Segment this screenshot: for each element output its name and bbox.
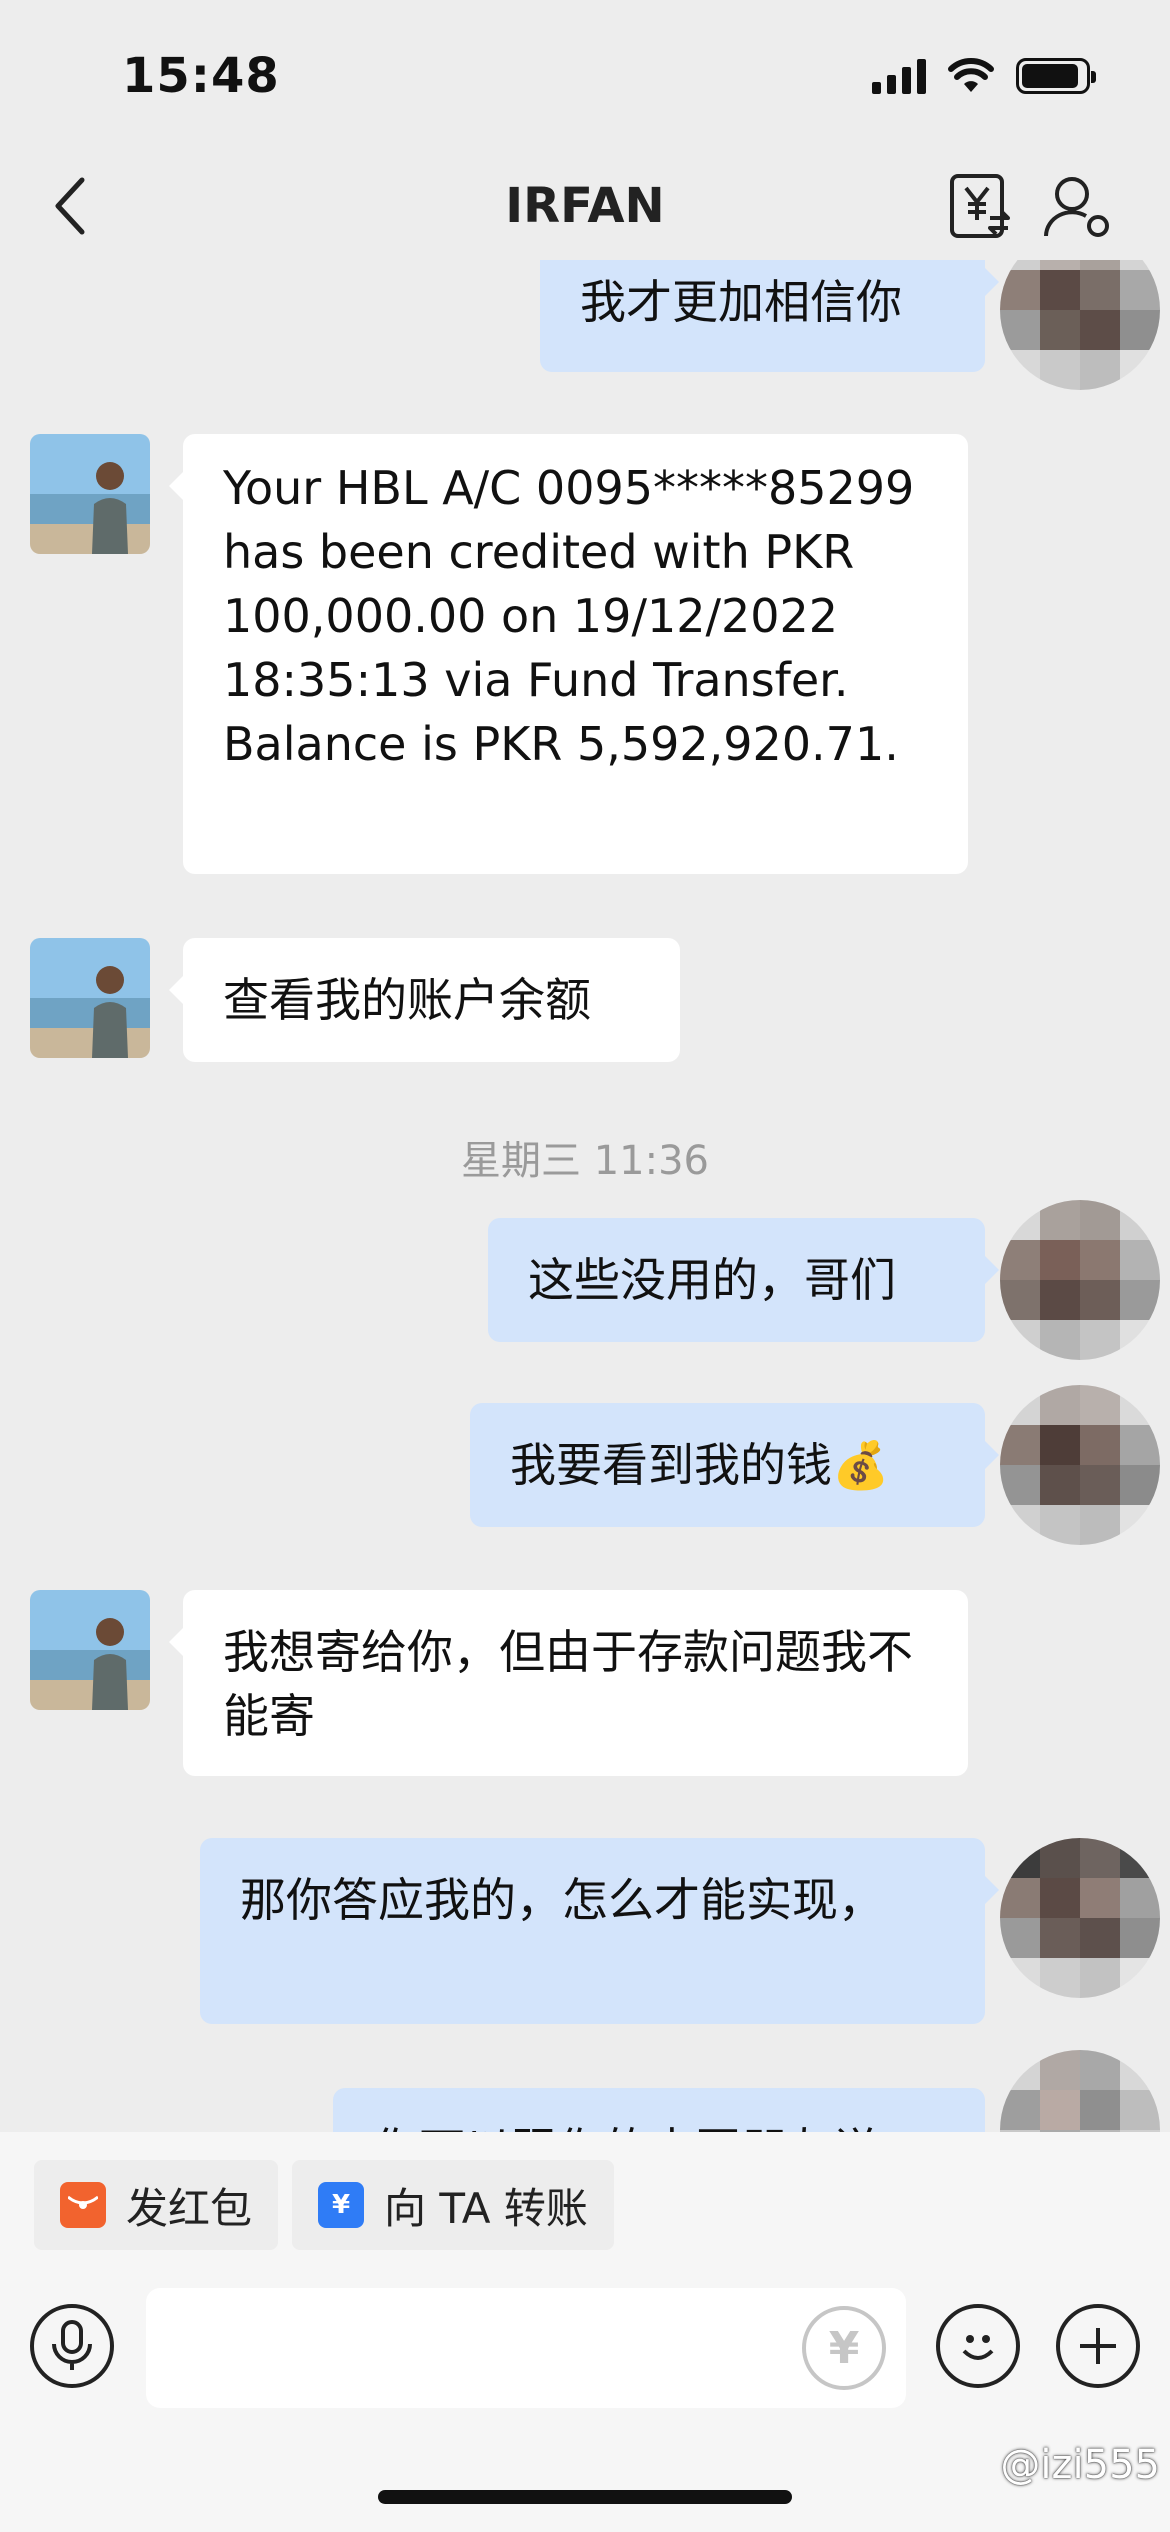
message-bubble-outgoing[interactable]: 那你答应我的，怎么才能实现， [200,1838,999,2024]
contact-photo [30,938,150,1058]
message-bubble-incoming[interactable]: Your HBL A/C 0095*****85299 has been cre… [169,434,968,874]
contact-avatar[interactable] [30,434,150,554]
voice-button[interactable] [30,2304,114,2388]
my-avatar[interactable] [1000,1385,1160,1545]
message-bubble-outgoing[interactable]: 我要看到我的钱💰 [470,1403,999,1527]
emoji-button[interactable] [936,2304,1020,2388]
message-timestamp: 星期三 11:36 [461,1138,709,1184]
contact-photo [30,1590,150,1710]
signal-icon [872,58,926,94]
contact-avatar[interactable] [30,1590,150,1710]
red-packet-label: 发红包 [126,2183,253,2233]
message-text: 我要看到我的钱💰 [510,1438,890,1492]
plus-icon [1080,2328,1116,2364]
chat-screen: 15:48 IRFAN 我才更加相信你 Your HBL A/C 0095***… [0,0,1170,2532]
battery-icon [1016,58,1096,94]
message-text: 你可以跟你的中国朋友说 [373,2123,879,2132]
wifi-icon [948,58,994,92]
message-bubble-outgoing[interactable]: 我才更加相信你 [540,260,999,372]
message-bubble-outgoing[interactable]: 你可以跟你的中国朋友说 [333,2088,985,2132]
transfer-button[interactable] [946,172,1016,242]
smiley-icon [962,2335,994,2360]
message-bubble-incoming[interactable]: 查看我的账户余额 [169,938,680,1062]
message-text: 那你答应我的，怎么才能实现， [240,1873,884,1927]
red-packet-button[interactable]: 发红包 [34,2160,279,2250]
message-text: 这些没用的，哥们 [528,1253,896,1307]
red-packet-icon [60,2182,106,2228]
my-avatar[interactable] [1000,1200,1160,1360]
my-avatar[interactable] [1000,2050,1160,2132]
quick-actions-bar: 发红包 ¥ 向 TA 转账 [0,2132,1170,2272]
transfer-yen-icon: ¥ [318,2182,364,2228]
message-bubble-incoming[interactable]: 我想寄给你，但由于存款问题我不能寄 [169,1590,968,1776]
profile-settings-button[interactable] [1040,172,1114,242]
status-time: 15:48 [122,48,280,104]
yen-exchange-icon [950,174,1010,238]
microphone-icon [52,2320,92,2370]
home-indicator[interactable] [378,2490,792,2504]
more-actions-button[interactable] [1056,2304,1140,2388]
message-input[interactable] [146,2288,906,2408]
contact-photo [30,434,150,554]
status-icons [872,58,1096,94]
transfer-label: 向 TA 转账 [384,2183,588,2233]
my-avatar[interactable] [1000,260,1160,390]
user-settings-icon [1044,177,1109,237]
battery-level [1022,64,1078,88]
message-text: 查看我的账户余额 [223,973,591,1027]
my-avatar[interactable] [1000,1838,1160,1998]
message-text: 我才更加相信你 [580,275,902,329]
transfer-to-ta-button[interactable]: ¥ 向 TA 转账 [292,2160,614,2250]
watermark: @izi555 [1000,2442,1160,2488]
quick-transfer-icon[interactable]: ¥ [802,2306,886,2390]
message-list[interactable]: 我才更加相信你 Your HBL A/C 0095*****85299 has … [0,260,1170,2132]
message-text: 我想寄给你，但由于存款问题我不能寄 [223,1625,913,1743]
message-text: Your HBL A/C 0095*****85299 has been cre… [223,461,915,771]
contact-avatar[interactable] [30,938,150,1058]
message-bubble-outgoing[interactable]: 这些没用的，哥们 [488,1218,999,1342]
